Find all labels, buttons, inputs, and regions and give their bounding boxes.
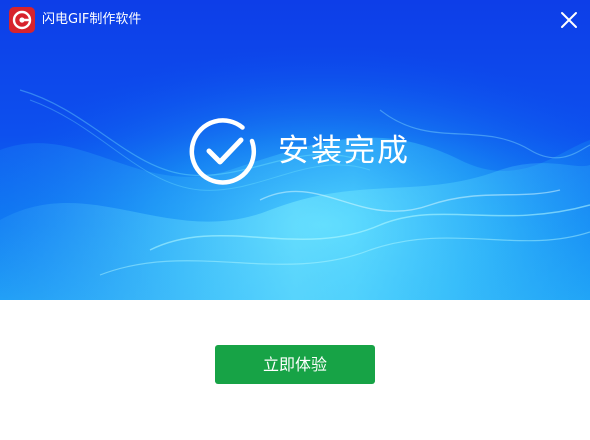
installer-window: 闪电GIF制作软件 安装完成 立即体验 bbox=[0, 0, 590, 440]
window-title: 闪电GIF制作软件 bbox=[42, 12, 142, 27]
close-icon bbox=[561, 12, 577, 28]
experience-now-button[interactable]: 立即体验 bbox=[215, 345, 375, 384]
title-bar: 闪电GIF制作软件 bbox=[0, 0, 590, 40]
check-circle-icon bbox=[186, 113, 262, 189]
install-complete-text: 安装完成 bbox=[278, 133, 410, 169]
close-button[interactable] bbox=[556, 7, 582, 33]
app-logo-icon bbox=[9, 7, 35, 33]
